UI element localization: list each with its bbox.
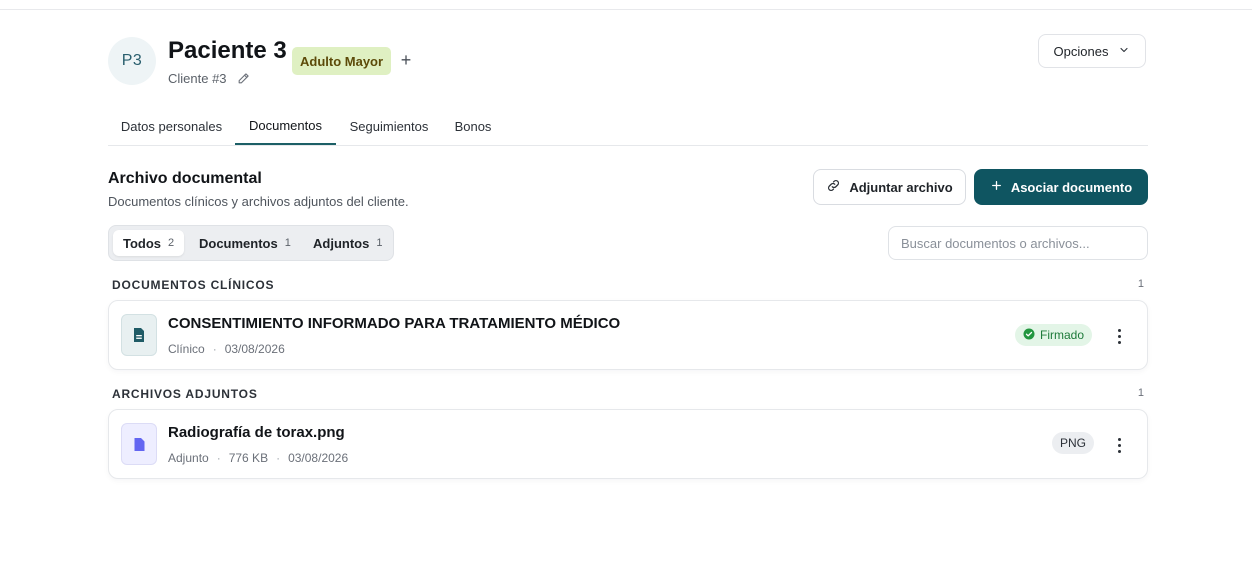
attachment-date: 03/08/2026 xyxy=(288,451,349,465)
filter-label: Adjuntos xyxy=(313,235,370,251)
meta-separator: · xyxy=(216,451,221,465)
meta-separator: · xyxy=(212,342,217,356)
attach-file-label: Adjuntar archivo xyxy=(849,179,953,195)
options-label: Opciones xyxy=(1053,43,1109,59)
filter-label: Todos xyxy=(123,235,162,251)
tab-documentos[interactable]: Documentos xyxy=(235,108,336,145)
filter-segmented-control: Todos 2 Documentos 1 Adjuntos 1 xyxy=(108,225,394,261)
chevron-down-icon xyxy=(1118,44,1130,59)
group-label-attachments: ARCHIVOS ADJUNTOS xyxy=(112,387,258,401)
document-file-icon xyxy=(121,314,157,356)
paperclip-icon xyxy=(826,178,841,196)
filter-count: 1 xyxy=(376,237,383,249)
document-date: 03/08/2026 xyxy=(224,342,285,356)
attach-file-button[interactable]: Adjuntar archivo xyxy=(813,169,966,205)
attachment-meta: Adjunto · 776 KB · 03/08/2026 xyxy=(168,451,348,465)
attachment-file-icon xyxy=(121,423,157,465)
document-row[interactable]: CONSENTIMIENTO INFORMADO PARA TRATAMIENT… xyxy=(108,300,1148,370)
document-title[interactable]: CONSENTIMIENTO INFORMADO PARA TRATAMIENT… xyxy=(168,315,620,332)
group-label-clinical: DOCUMENTOS CLÍNICOS xyxy=(112,278,275,292)
meta-separator: · xyxy=(276,451,281,465)
avatar: P3 xyxy=(108,37,156,85)
attachment-type: Adjunto xyxy=(168,451,209,465)
search-input[interactable] xyxy=(888,226,1148,260)
document-type: Clínico xyxy=(168,342,205,356)
more-options-icon[interactable] xyxy=(1109,434,1129,456)
client-id-label: Cliente #3 xyxy=(168,71,227,86)
associate-document-button[interactable]: Asociar documento xyxy=(974,169,1148,205)
options-dropdown[interactable]: Opciones xyxy=(1038,34,1146,68)
filter-adjuntos[interactable]: Adjuntos 1 xyxy=(303,230,392,256)
add-tag-button[interactable]: + xyxy=(398,50,414,71)
attachment-row[interactable]: Radiografía de torax.png Adjunto · 776 K… xyxy=(108,409,1148,479)
tab-datos-personales[interactable]: Datos personales xyxy=(108,108,235,144)
status-badge: Firmado xyxy=(1015,324,1093,346)
tab-bonos[interactable]: Bonos xyxy=(442,108,504,144)
group-count-attachments: 1 xyxy=(1137,387,1144,399)
group-count-clinical: 1 xyxy=(1137,278,1144,290)
section-subtitle: Documentos clínicos y archivos adjuntos … xyxy=(108,194,409,209)
associate-document-label: Asociar documento xyxy=(1010,179,1133,195)
filter-documentos[interactable]: Documentos 1 xyxy=(189,230,301,256)
plus-icon xyxy=(990,179,1003,195)
more-options-icon[interactable] xyxy=(1109,325,1129,347)
page-title: Paciente 3 xyxy=(168,37,287,64)
filter-count: 2 xyxy=(168,237,175,249)
filter-count: 1 xyxy=(284,237,291,249)
tab-bar: Datos personales Documentos Seguimientos… xyxy=(108,108,1148,146)
section-title: Archivo documental xyxy=(108,170,262,187)
patient-tag[interactable]: Adulto Mayor xyxy=(292,47,392,75)
status-label: Firmado xyxy=(1040,328,1085,342)
client-id-line: Cliente #3 xyxy=(168,71,251,86)
pencil-icon[interactable] xyxy=(237,72,251,86)
document-meta: Clínico · 03/08/2026 xyxy=(168,342,285,356)
check-circle-icon xyxy=(1023,328,1035,343)
tab-seguimientos[interactable]: Seguimientos xyxy=(336,108,442,144)
filter-todos[interactable]: Todos 2 xyxy=(113,230,185,256)
filter-label: Documentos xyxy=(199,235,278,251)
top-divider xyxy=(0,9,1252,10)
format-badge: PNG xyxy=(1052,432,1095,454)
attachment-title[interactable]: Radiografía de torax.png xyxy=(168,424,345,441)
attachment-size: 776 KB xyxy=(228,451,269,465)
